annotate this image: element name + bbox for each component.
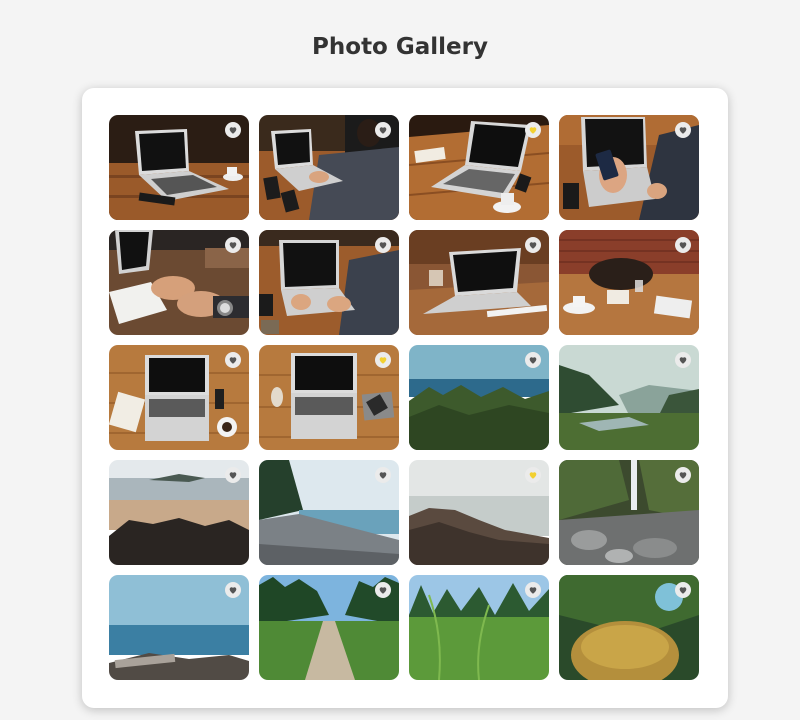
- photo-tile[interactable]: [559, 345, 699, 450]
- favorite-heart-icon[interactable]: [225, 352, 241, 368]
- photo-tile[interactable]: [409, 460, 549, 565]
- photo-tile[interactable]: [259, 230, 399, 335]
- photo-tile[interactable]: [259, 460, 399, 565]
- photo-tile[interactable]: [409, 345, 549, 450]
- favorite-heart-icon[interactable]: [375, 122, 391, 138]
- favorite-heart-icon[interactable]: [675, 122, 691, 138]
- page-title: Photo Gallery: [312, 34, 488, 60]
- favorite-heart-icon[interactable]: [675, 467, 691, 483]
- photo-tile[interactable]: [109, 230, 249, 335]
- photo-tile[interactable]: [259, 575, 399, 680]
- favorite-heart-icon[interactable]: [675, 582, 691, 598]
- photo-tile[interactable]: [559, 460, 699, 565]
- favorite-heart-icon[interactable]: [525, 352, 541, 368]
- favorite-heart-icon[interactable]: [525, 122, 541, 138]
- favorite-heart-icon[interactable]: [675, 352, 691, 368]
- photo-tile[interactable]: [109, 115, 249, 220]
- favorite-heart-icon[interactable]: [525, 467, 541, 483]
- photo-tile[interactable]: [409, 230, 549, 335]
- photo-tile[interactable]: [109, 575, 249, 680]
- favorite-heart-icon[interactable]: [375, 237, 391, 253]
- gallery-card: [82, 88, 728, 708]
- favorite-heart-icon[interactable]: [675, 237, 691, 253]
- photo-tile[interactable]: [559, 575, 699, 680]
- favorite-heart-icon[interactable]: [375, 467, 391, 483]
- favorite-heart-icon[interactable]: [225, 237, 241, 253]
- favorite-heart-icon[interactable]: [525, 582, 541, 598]
- photo-tile[interactable]: [109, 345, 249, 450]
- photo-tile[interactable]: [409, 115, 549, 220]
- favorite-heart-icon[interactable]: [375, 352, 391, 368]
- photo-tile[interactable]: [259, 115, 399, 220]
- favorite-heart-icon[interactable]: [525, 237, 541, 253]
- photo-tile[interactable]: [559, 230, 699, 335]
- favorite-heart-icon[interactable]: [375, 582, 391, 598]
- favorite-heart-icon[interactable]: [225, 122, 241, 138]
- photo-tile[interactable]: [559, 115, 699, 220]
- gallery-grid: [109, 115, 699, 680]
- favorite-heart-icon[interactable]: [225, 582, 241, 598]
- photo-tile[interactable]: [409, 575, 549, 680]
- favorite-heart-icon[interactable]: [225, 467, 241, 483]
- photo-tile[interactable]: [259, 345, 399, 450]
- photo-tile[interactable]: [109, 460, 249, 565]
